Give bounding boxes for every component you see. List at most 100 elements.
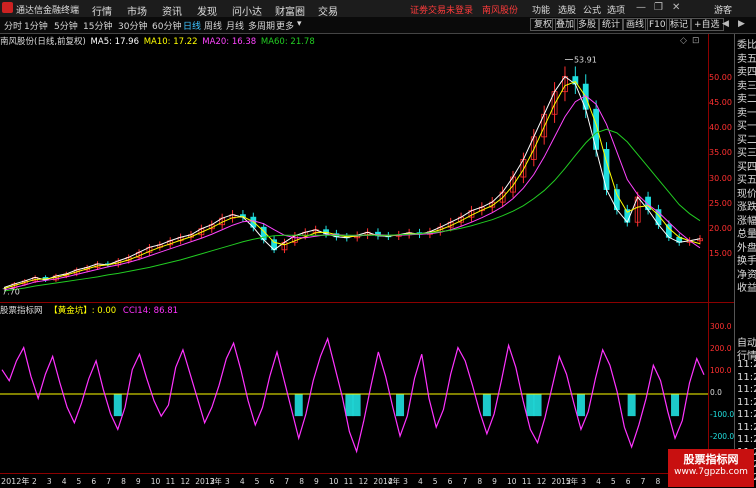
tf-5min[interactable]: 5分钟 — [54, 19, 78, 32]
date-axis-label: 11 — [522, 477, 532, 486]
date-axis-label: 11 — [166, 477, 176, 486]
user-label[interactable]: 游客 — [714, 3, 732, 16]
date-axis-label: 2 — [32, 477, 37, 486]
date-axis-label: 4 — [596, 477, 601, 486]
date-axis-label: 4 — [240, 477, 245, 486]
btn-tongji[interactable]: 统计 — [598, 18, 625, 31]
cci-axis-tick: 300.0 — [710, 321, 732, 331]
menu-xuangu[interactable]: 选股 — [558, 3, 576, 16]
menu-shichang[interactable]: 市场 — [127, 3, 147, 18]
low-price-label: 7.70 — [2, 287, 20, 296]
date-axis-label: 9 — [136, 477, 141, 486]
tick-panel-row[interactable]: 11:2 — [737, 422, 756, 433]
btn-biaoji[interactable]: 标记 — [666, 18, 693, 31]
tick-panel-row[interactable]: 11:2 — [737, 434, 756, 445]
cci-axis-tick: -100.0 — [710, 410, 735, 420]
tick-panel-row[interactable]: 11:2 — [737, 372, 756, 383]
tick-panel-row[interactable]: 11:2 — [737, 384, 756, 395]
date-axis-label: 8 — [477, 477, 482, 486]
title-bar: 通达信金融终端 行情 市场 资讯 发现 问小达 财富圈 交易 证劵交易未登录 南… — [0, 0, 756, 18]
date-axis-label: 9 — [492, 477, 497, 486]
prev-icon[interactable]: ◀ — [722, 19, 729, 29]
price-axis-tick: 40.00 — [709, 123, 732, 133]
date-axis-label: 2 — [566, 477, 571, 486]
date-axis-label: 2 — [210, 477, 215, 486]
cci-axis-tick: 0.0 — [710, 388, 722, 397]
login-warning[interactable]: 证劵交易未登录 — [410, 3, 473, 16]
watermark-name: 股票指标网 — [683, 453, 739, 466]
date-axis-label: 2 — [388, 477, 393, 486]
date-axis-label: 7 — [106, 477, 111, 486]
date-axis-label: 8 — [655, 477, 660, 486]
tf-monthly[interactable]: 月线 — [226, 19, 244, 32]
close-icon[interactable]: ✕ — [672, 2, 680, 13]
price-axis-tick: 30.00 — [709, 173, 732, 183]
date-axis-label: 11 — [344, 477, 354, 486]
menu-caifuquan[interactable]: 财富圈 — [275, 3, 305, 18]
price-axis-tick: 15.00 — [709, 248, 732, 258]
quote-panel-row[interactable]: 收益 — [737, 279, 756, 294]
period-toolbar: 分时 1分钟 5分钟 15分钟 30分钟 60分钟 日线 周线 月线 多周期 更… — [0, 17, 756, 34]
tf-more[interactable]: 更多 — [276, 19, 294, 32]
price-axis-tick: 25.00 — [709, 198, 732, 208]
tf-1min[interactable]: 1分钟 — [24, 19, 48, 32]
indicator-chart[interactable] — [0, 315, 708, 473]
tick-panel-row[interactable]: 11:2 — [737, 397, 756, 408]
tf-60min[interactable]: 60分钟 — [152, 19, 181, 32]
golden-pit-bar — [671, 394, 680, 417]
next-icon[interactable]: ▶ — [738, 19, 745, 29]
date-axis-label: 7 — [641, 477, 646, 486]
date-axis-label: 8 — [121, 477, 126, 486]
restore-icon[interactable]: ❐ — [654, 2, 663, 13]
high-price-label: 53.91 — [574, 55, 597, 64]
date-axis-label: 2013年 — [195, 476, 222, 486]
date-axis-label: 12 — [359, 477, 369, 486]
menu-faxian[interactable]: 发现 — [197, 3, 217, 18]
tf-30min[interactable]: 30分钟 — [118, 19, 147, 32]
tf-weekly[interactable]: 周线 — [204, 19, 222, 32]
tick-panel-row[interactable]: 11:2 — [737, 409, 756, 420]
date-axis-label: 12 — [180, 477, 190, 486]
date-axis-label: 5 — [255, 477, 260, 486]
watermark-url: www.7gpzb.com — [674, 467, 748, 477]
price-axis-tick: 35.00 — [709, 148, 732, 158]
ma-line-ma5 — [3, 75, 701, 288]
menu-hangqing[interactable]: 行情 — [92, 3, 112, 18]
tick-panel-row[interactable]: 11:2 — [737, 359, 756, 370]
golden-pit-bar — [533, 394, 542, 417]
menu-zixun[interactable]: 资讯 — [162, 3, 182, 18]
app-logo-icon — [2, 2, 13, 13]
date-axis-label: 6 — [91, 477, 96, 486]
date-axis-label: 6 — [448, 477, 453, 486]
menu-wenxiaoda[interactable]: 问小达 — [232, 3, 262, 18]
date-axis-label: 4 — [62, 477, 67, 486]
btn-zixuan[interactable]: +自选 — [690, 18, 724, 31]
app-title: 通达信金融终端 — [16, 6, 80, 16]
menu-gongshi[interactable]: 公式 — [583, 3, 601, 16]
date-axis-label: 5 — [611, 477, 616, 486]
menu-gongneng[interactable]: 功能 — [532, 3, 550, 16]
tf-multi[interactable]: 多周期 — [248, 19, 275, 32]
tf-daily[interactable]: 日线 — [183, 19, 201, 32]
date-axis-label: 3 — [225, 477, 230, 486]
menu-jiaoyi[interactable]: 交易 — [318, 3, 338, 18]
golden-pit-bar — [345, 394, 354, 417]
tf-15min[interactable]: 15分钟 — [83, 19, 112, 32]
date-axis-label: 6 — [270, 477, 275, 486]
date-axis-label: 5 — [433, 477, 438, 486]
date-axis-label: 3 — [581, 477, 586, 486]
date-axis: 2012年 2 3 4 5 6 7 8 9 10 11 12 2013年2 3 4 5 6 7 8 9 10 11 12 20… — [0, 473, 708, 486]
stock-tag[interactable]: 南风股份 — [482, 3, 518, 16]
watermark-logo: 股票指标网 www.7gpzb.com — [668, 449, 754, 487]
golden-pit-bar — [482, 394, 491, 417]
golden-pit-bar — [352, 394, 361, 417]
btn-duogu[interactable]: 多股 — [574, 18, 601, 31]
minimize-icon[interactable]: — — [636, 2, 646, 13]
tf-fenshi[interactable]: 分时 — [4, 19, 22, 32]
price-axis-tick: 20.00 — [709, 223, 732, 233]
menu-xuanxiang[interactable]: 选项 — [607, 3, 625, 16]
dropdown-icon[interactable]: ▾ — [297, 19, 302, 29]
date-axis-label: 6 — [626, 477, 631, 486]
cci-axis-tick: -200.0 — [710, 432, 735, 442]
price-chart[interactable]: 53.91 7.70 — [0, 45, 708, 303]
